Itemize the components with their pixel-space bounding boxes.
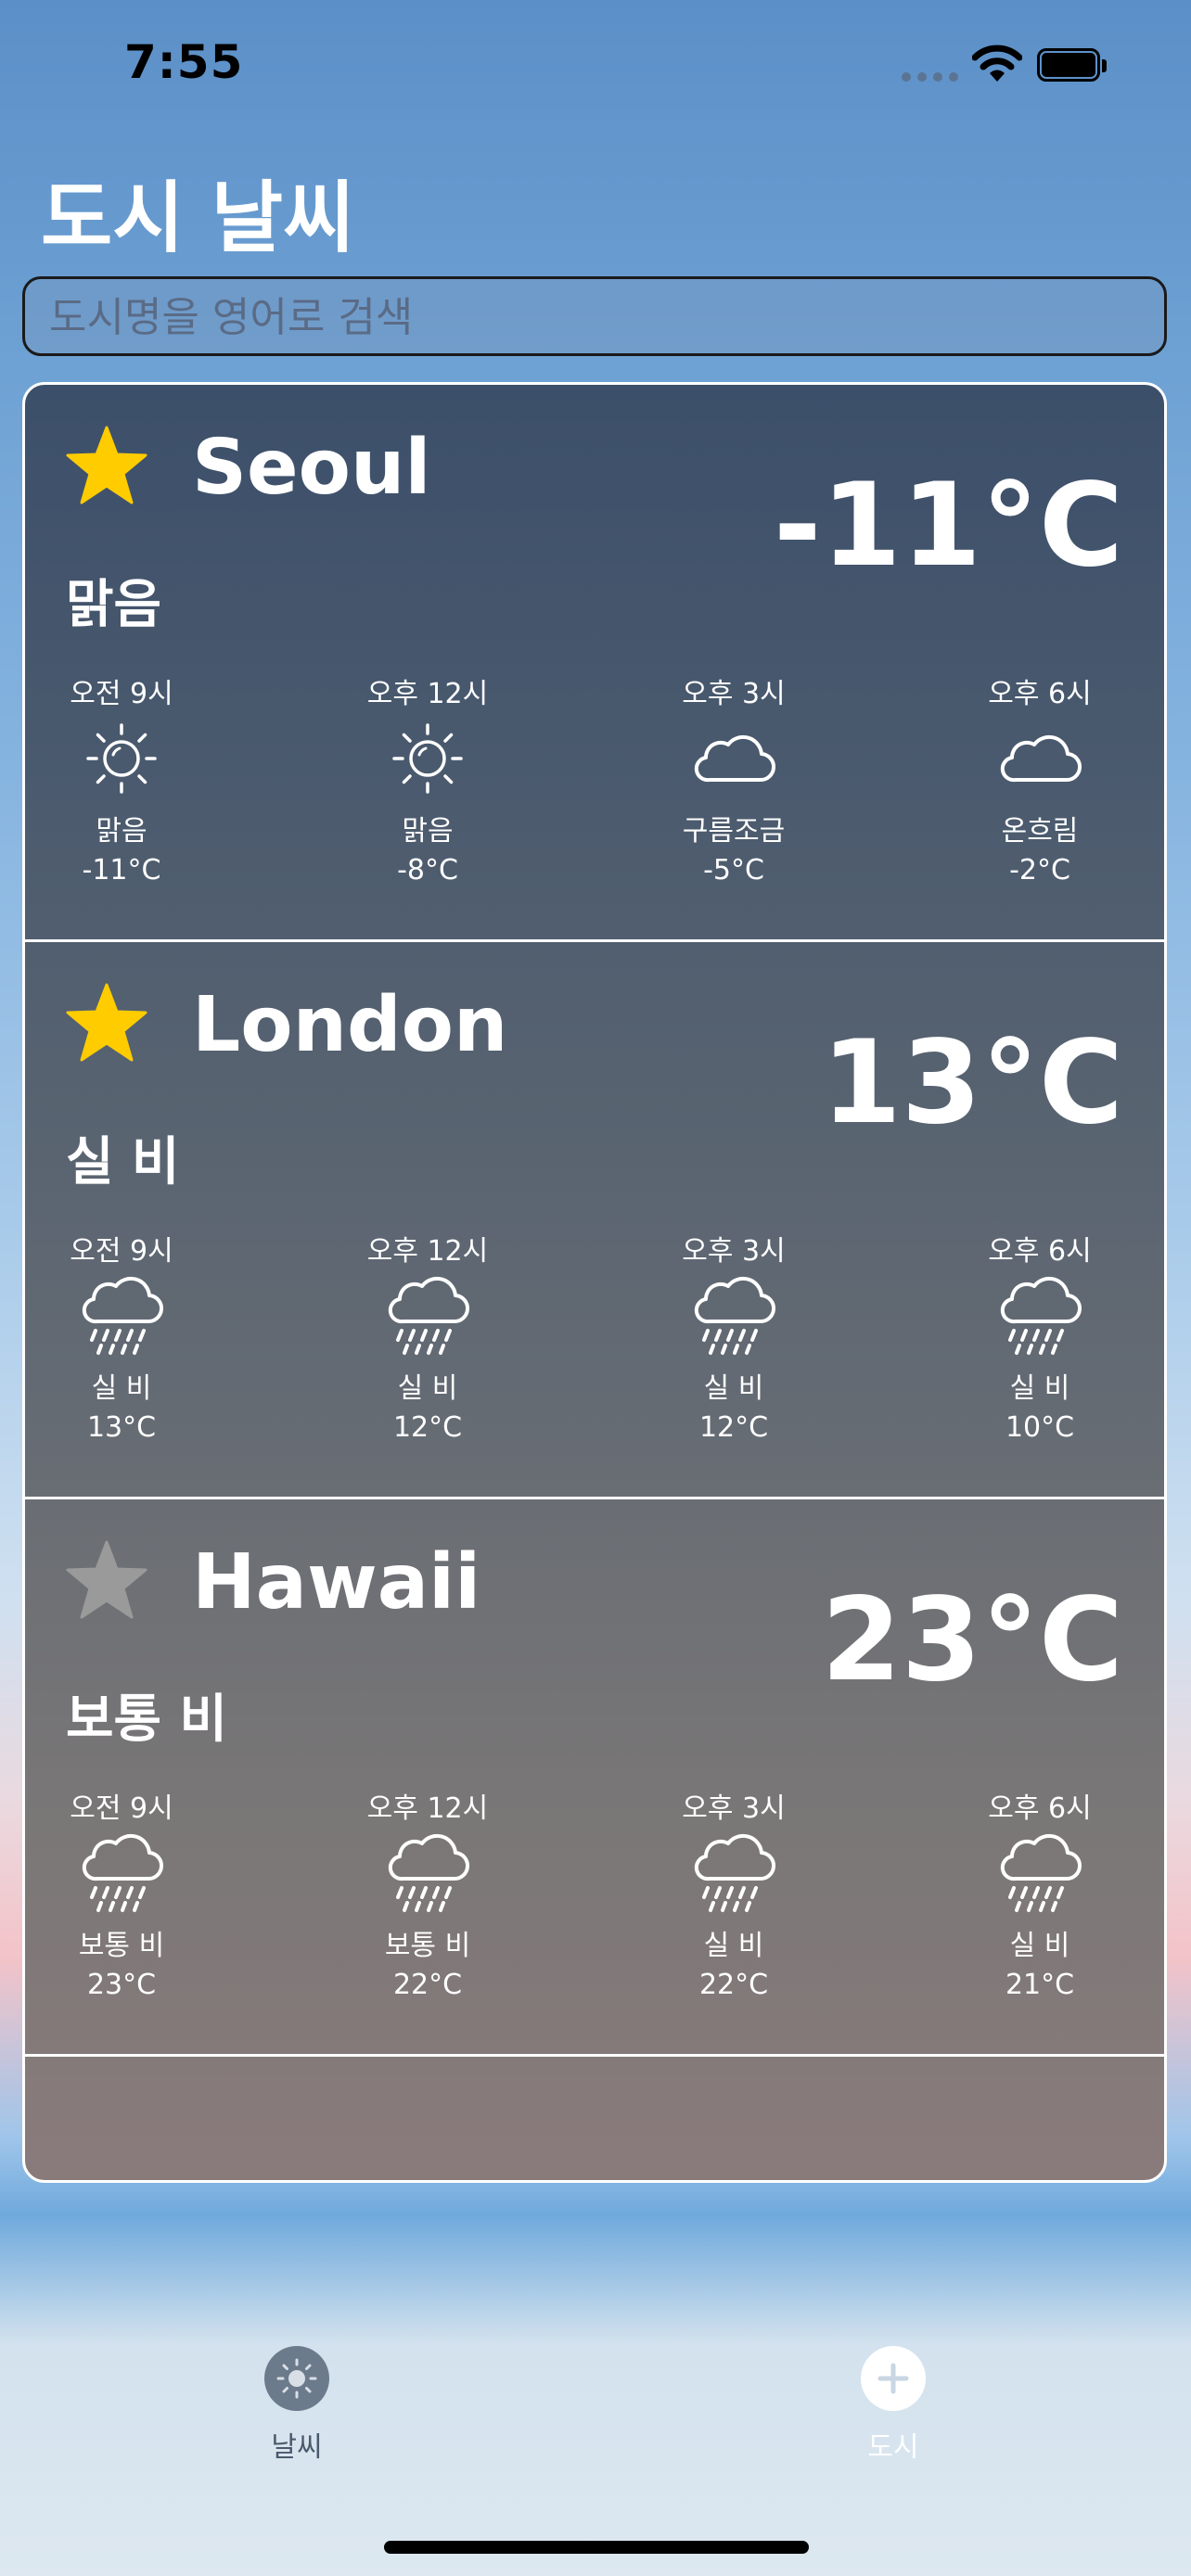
current-condition: 맑음 [66,575,162,635]
current-condition: 보통 비 [66,1690,228,1750]
hourly-forecast-item: 오전 9시실 비 13°C [25,1228,224,1448]
forecast-temperature: 12°C [392,1411,463,1444]
plus-icon [861,2346,926,2411]
forecast-time: 오후 6시 [988,678,1092,710]
sun-icon [264,2346,329,2411]
hourly-forecast-item: 오후 12시실 비 12°C [326,1228,530,1448]
cellular-signal-icon [902,72,959,82]
cloud-icon [938,708,1142,810]
hourly-forecast-item: 오후 6시실 비 21°C [938,1785,1142,2006]
hourly-forecast-item: 오후 3시실 비 12°C [632,1228,836,1448]
current-condition: 실 비 [66,1132,180,1192]
rain-icon [938,1822,1142,1924]
home-indicator [384,2541,809,2554]
forecast-condition: 보통 비 [384,1930,471,1962]
tab-weather-label: 날씨 [271,2431,323,2464]
status-time: 7:55 [124,35,244,89]
forecast-temperature: 12°C [698,1411,769,1444]
city-name: Hawaii [192,1538,481,1626]
hourly-forecast-item: 오전 9시보통 비 23°C [25,1785,224,2006]
status-bar: 7:55 [0,0,1191,130]
forecast-time: 오후 12시 [366,678,489,710]
hourly-forecast-item: 오후 12시맑음 -8°C [326,670,530,891]
favorite-star-icon[interactable] [62,1537,151,1629]
forecast-time: 오후 6시 [988,1792,1092,1825]
forecast-temperature: -5°C [703,854,764,886]
hourly-forecast-item: 오후 12시보통 비 22°C [326,1785,530,2006]
current-temperature: 13°C [821,1016,1123,1150]
city-card[interactable]: London 13°C 실 비 오전 9시 실 비 13°C 오후 12시 실 비 12°C 오후… [25,942,1164,1499]
hourly-forecast-item: 오후 6시실 비 10°C [938,1228,1142,1448]
tab-weather[interactable]: 날씨 [195,2346,399,2465]
search-input[interactable] [47,279,1146,355]
forecast-time: 오후 3시 [682,1792,786,1825]
city-name: Seoul [192,424,431,512]
forecast-temperature: 22°C [698,1969,769,2001]
forecast-condition: 실 비 [703,1372,764,1405]
city-weather-list[interactable]: Seoul -11°C 맑음 오전 9시 맑음 -11°C 오후 12시 맑음 -8°C 오후 3… [22,382,1167,2183]
current-temperature: -11°C [773,459,1123,593]
rain-icon [25,1265,224,1367]
rain-icon [326,1265,530,1367]
forecast-time: 오전 9시 [70,1235,173,1268]
favorite-star-icon[interactable] [62,979,151,1072]
forecast-condition: 실 비 [703,1930,764,1962]
rain-icon [25,1822,224,1924]
rain-icon [938,1265,1142,1367]
cloud-icon [632,708,836,810]
forecast-condition: 보통 비 [78,1930,165,1962]
forecast-time: 오후 12시 [366,1792,489,1825]
forecast-condition: 온흐림 [1001,815,1079,848]
rain-icon [632,1265,836,1367]
forecast-temperature: 22°C [392,1969,463,2001]
city-card[interactable]: Seoul -11°C 맑음 오전 9시 맑음 -11°C 오후 12시 맑음 -8°C 오후 3… [25,385,1164,942]
forecast-time: 오후 3시 [682,678,786,710]
favorite-star-icon[interactable] [62,422,151,515]
hourly-forecast-item: 오후 6시온흐림 -2°C [938,670,1142,891]
rain-icon [326,1822,530,1924]
forecast-time: 오후 6시 [988,1235,1092,1268]
battery-icon [1037,48,1111,85]
city-name: London [192,981,508,1069]
forecast-temperature: 10°C [1005,1411,1075,1444]
sun-icon [326,708,530,810]
forecast-condition: 구름조금 [682,815,786,848]
city-card[interactable]: Hawaii 23°C 보통 비 오전 9시 보통 비 23°C 오후 12시 보통 비 22°… [25,1499,1164,2057]
rain-icon [632,1822,836,1924]
forecast-condition: 실 비 [1009,1372,1070,1405]
current-temperature: 23°C [821,1574,1123,1707]
tab-city[interactable]: 도시 [791,2346,995,2465]
forecast-condition: 실 비 [397,1372,458,1405]
forecast-condition: 실 비 [1009,1930,1070,1962]
forecast-temperature: -11°C [82,854,161,886]
wifi-icon [971,45,1023,87]
forecast-temperature: -8°C [397,854,458,886]
page-title: 도시 날씨 [41,172,355,263]
forecast-condition: 맑음 [402,815,454,848]
forecast-condition: 맑음 [96,815,147,848]
hourly-forecast-item: 오후 3시실 비 22°C [632,1785,836,2006]
forecast-time: 오전 9시 [70,678,173,710]
forecast-temperature: 23°C [86,1969,157,2001]
forecast-temperature: 13°C [86,1411,157,1444]
forecast-temperature: 21°C [1005,1969,1075,2001]
forecast-time: 오후 3시 [682,1235,786,1268]
hourly-forecast-item: 오후 3시구름조금 -5°C [632,670,836,891]
tab-city-label: 도시 [867,2431,919,2464]
forecast-time: 오후 12시 [366,1235,489,1268]
search-bar[interactable] [22,276,1167,356]
forecast-condition: 실 비 [91,1372,152,1405]
sun-icon [25,708,224,810]
forecast-time: 오전 9시 [70,1792,173,1825]
forecast-temperature: -2°C [1009,854,1070,886]
hourly-forecast-item: 오전 9시맑음 -11°C [25,670,224,891]
